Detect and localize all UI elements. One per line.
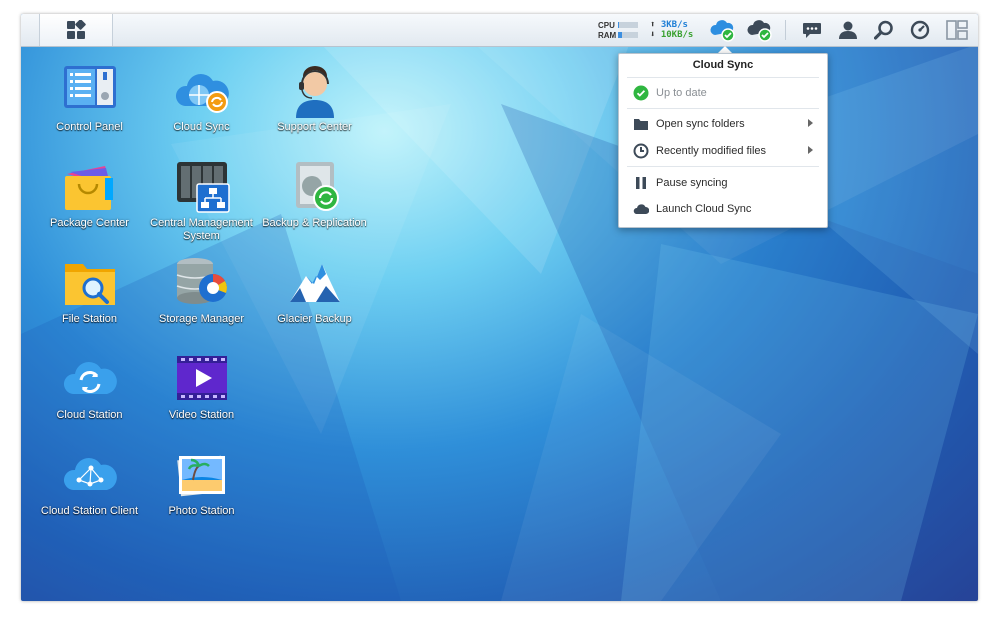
folder-icon xyxy=(634,119,648,130)
desktop-icon-label: Storage Manager xyxy=(159,313,244,325)
resource-monitor[interactable]: CPU RAM ⬆ 3KB/s ⬇ 10KB/s xyxy=(598,20,703,40)
support-center-icon xyxy=(296,66,334,118)
desktop-icon-label: Central Management System xyxy=(150,217,253,242)
central-management-system-icon xyxy=(177,162,230,213)
notifications-icon xyxy=(803,23,821,38)
upload-arrow-icon: ⬆ xyxy=(650,20,656,30)
cloud-station-icon xyxy=(63,361,117,394)
desktop-icon-label: Glacier Backup xyxy=(277,313,352,325)
desktop-icon-label: Cloud Station Client xyxy=(40,505,139,517)
cpu-bar xyxy=(618,22,638,28)
ram-bar-fill xyxy=(618,32,622,38)
sync-status-row: Up to date xyxy=(619,81,827,105)
download-speed-value: 10KB/s xyxy=(660,30,694,40)
desktop-icon-label: Video Station xyxy=(168,409,235,421)
desktop-icon-video-station[interactable]: Video Station xyxy=(145,350,258,442)
widgets-icon xyxy=(910,20,930,40)
desktop-icon-file-station[interactable]: File Station xyxy=(33,254,146,346)
menu-item-label: Pause syncing xyxy=(656,177,728,189)
submenu-arrow-icon xyxy=(808,146,813,154)
upload-speed: ⬆ 3KB/s xyxy=(650,20,688,30)
desktop-icon-storage-manager[interactable]: Storage Manager xyxy=(145,254,258,346)
desktop-icon-cloud-sync[interactable]: Cloud Sync xyxy=(145,62,258,154)
cpu-label: CPU xyxy=(598,20,615,30)
desktop-icon-glacier-backup[interactable]: Glacier Backup xyxy=(258,254,371,346)
search-icon xyxy=(874,20,893,40)
widgets-button[interactable] xyxy=(902,14,938,46)
cloud-sync-tray-button[interactable] xyxy=(705,14,741,46)
clock-icon xyxy=(633,143,649,159)
desktop-icon-control-panel[interactable]: Control Panel xyxy=(33,62,146,154)
cloud-station-tray-button[interactable] xyxy=(742,14,778,46)
cloud-station-tray-icon xyxy=(747,20,772,42)
search-button[interactable] xyxy=(866,14,902,46)
storage-manager-icon xyxy=(176,258,227,304)
check-circle-icon xyxy=(633,85,649,101)
popup-title: Cloud Sync xyxy=(692,59,754,71)
ram-bar xyxy=(618,32,638,38)
ram-row: RAM xyxy=(598,30,638,40)
desktop-icon-label: Cloud Sync xyxy=(173,121,230,133)
desktop-icon-backup-replication[interactable]: Backup & Replication xyxy=(258,158,371,250)
photo-station-icon xyxy=(177,455,225,497)
menu-item-label: Launch Cloud Sync xyxy=(656,203,752,215)
popup-divider xyxy=(627,108,819,109)
notifications-button[interactable] xyxy=(794,14,830,46)
control-panel-icon xyxy=(64,66,116,108)
taskbar: CPU RAM ⬆ 3KB/s ⬇ 10KB/s xyxy=(21,14,978,47)
desktop-icon-label: Cloud Station xyxy=(56,409,123,421)
popup-divider xyxy=(627,166,819,167)
menu-item-launch-cloud-sync[interactable]: Launch Cloud Sync xyxy=(619,197,827,221)
pilot-view-button[interactable] xyxy=(939,14,975,46)
user-icon xyxy=(839,21,857,39)
download-speed: ⬇ 10KB/s xyxy=(650,30,693,40)
desktop-icon-label: Control Panel xyxy=(56,121,123,133)
cloud-station-client-icon xyxy=(63,457,117,490)
download-arrow-icon: ⬇ xyxy=(650,30,656,40)
dsm-desktop-window: CPU RAM ⬆ 3KB/s ⬇ 10KB/s Control Panel C… xyxy=(21,14,978,601)
cpu-row: CPU xyxy=(598,20,638,30)
upload-speed-value: 3KB/s xyxy=(660,20,688,30)
desktop-icon-cloud-station-client[interactable]: Cloud Station Client xyxy=(33,446,146,538)
cloud-icon xyxy=(633,204,649,214)
sync-status-label: Up to date xyxy=(656,87,707,99)
main-menu-button[interactable] xyxy=(39,14,113,46)
cloud-sync-icon xyxy=(175,73,229,113)
menu-item-pause-syncing[interactable]: Pause syncing xyxy=(619,171,827,195)
menu-item-label: Recently modified files xyxy=(656,145,767,157)
backup-replication-icon xyxy=(296,162,339,211)
user-button[interactable] xyxy=(830,14,866,46)
desktop-icon-package-center[interactable]: Package Center xyxy=(33,158,146,250)
desktop-icon-label: Photo Station xyxy=(168,505,235,517)
cpu-bar-fill xyxy=(618,22,619,28)
desktop-icon-support-center[interactable]: Support Center xyxy=(258,62,371,154)
menu-item-label: Open sync folders xyxy=(656,118,745,130)
tray-divider xyxy=(785,20,786,40)
pause-icon xyxy=(636,177,646,189)
cloud-sync-tray-icon xyxy=(710,20,735,42)
desktop-icon-photo-station[interactable]: Photo Station xyxy=(145,446,258,538)
submenu-arrow-icon xyxy=(808,119,813,127)
menu-item-open-sync-folders[interactable]: Open sync folders xyxy=(619,112,827,136)
package-center-icon xyxy=(65,166,113,210)
pilot-view-icon xyxy=(946,20,968,40)
desktop-icon-central-management-system[interactable]: Central Management System xyxy=(145,158,258,250)
desktop-icon-label: Package Center xyxy=(50,217,129,229)
popup-divider xyxy=(627,77,819,78)
desktop-icon-label: Backup & Replication xyxy=(262,217,367,229)
desktop-icon-label: File Station xyxy=(61,313,118,325)
file-station-icon xyxy=(65,264,115,305)
desktop-icon-cloud-station[interactable]: Cloud Station xyxy=(33,350,146,442)
video-station-icon xyxy=(177,356,227,400)
cloud-sync-popup: Cloud Sync Up to date Open sync folders … xyxy=(618,53,828,228)
menu-item-recently-modified-files[interactable]: Recently modified files xyxy=(619,139,827,163)
glacier-backup-icon xyxy=(290,264,340,302)
desktop-icon-label: Support Center xyxy=(277,121,352,133)
grid-icon xyxy=(67,20,86,39)
ram-label: RAM xyxy=(598,30,617,40)
